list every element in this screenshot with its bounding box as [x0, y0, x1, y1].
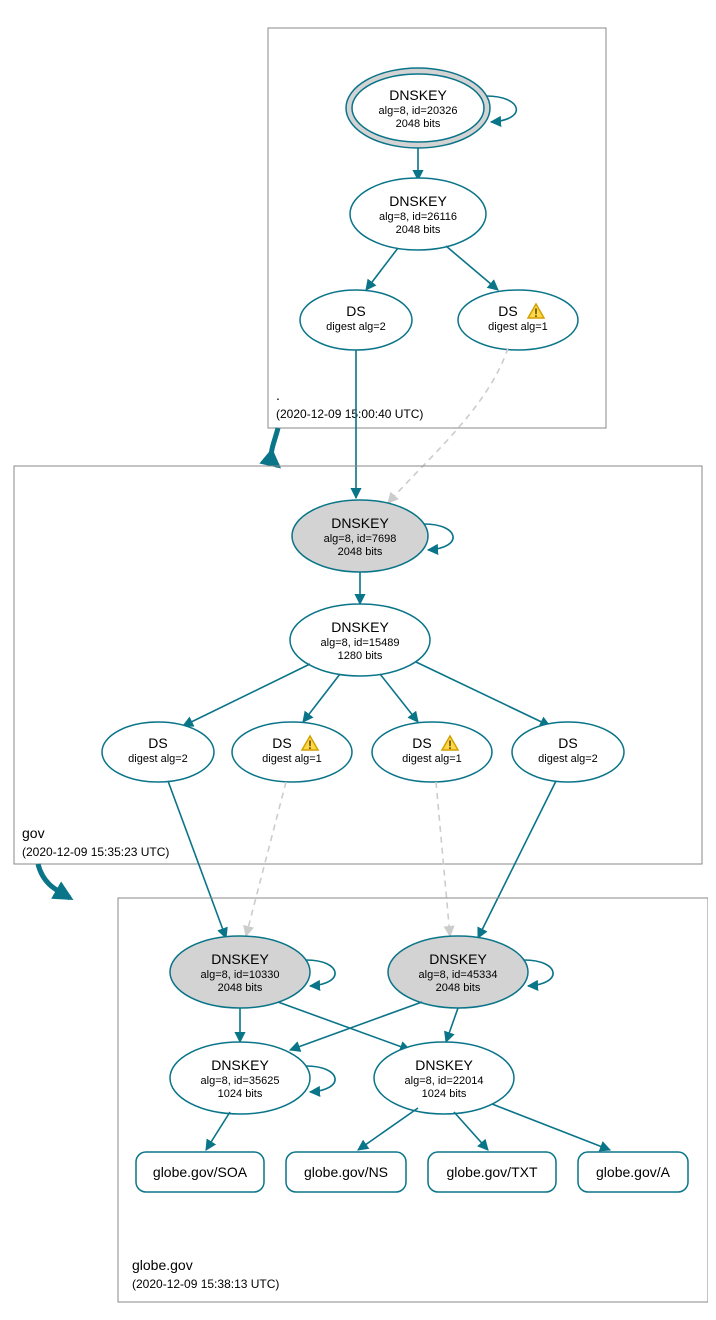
node-globe-ksk1: DNSKEY alg=8, id=10330 2048 bits [170, 936, 310, 1008]
node-sub: digest alg=2 [128, 753, 188, 765]
node-title: DS [498, 303, 517, 319]
node-sub: 2048 bits [436, 982, 481, 994]
node-sub: alg=8, id=22014 [405, 1075, 484, 1087]
node-sub: 2048 bits [218, 982, 263, 994]
node-title: DNSKEY [389, 193, 447, 209]
zone-gov-label: gov [22, 825, 45, 841]
rr-soa: globe.gov/SOA [136, 1152, 264, 1192]
node-sub: 1024 bits [422, 1088, 467, 1100]
node-sub: digest alg=2 [326, 321, 386, 333]
node-title: DNSKEY [389, 87, 447, 103]
node-title: DS [272, 735, 291, 751]
node-sub: alg=8, id=15489 [321, 637, 400, 649]
edge-globe-zsk2-a [492, 1104, 610, 1150]
node-sub: 2048 bits [396, 224, 441, 236]
node-sub: alg=8, id=26116 [379, 211, 457, 223]
node-gov-ds-b2: DS digest alg=2 [512, 722, 624, 782]
node-gov-ds-a2: DS digest alg=2 [102, 722, 214, 782]
edge-globe-ksk2-zsk2 [446, 1008, 458, 1042]
node-gov-zsk: DNSKEY alg=8, id=15489 1280 bits [290, 604, 430, 676]
edge-gov-dsB1-globe-ksk2 [436, 782, 450, 936]
rr-txt: globe.gov/TXT [428, 1152, 556, 1192]
node-sub: digest alg=2 [538, 753, 598, 765]
edge-globe-zsk1-soa [206, 1112, 230, 1150]
svg-text:!: ! [534, 306, 538, 320]
edge-globe-ksk2-zsk1 [290, 1002, 422, 1050]
svg-text:!: ! [308, 738, 312, 752]
node-gov-ds-b1: DS digest alg=1 ! [372, 722, 492, 782]
edge-gov-dsB2-globe-ksk2 [478, 781, 556, 938]
edge-gov-zsk-dsA1 [303, 674, 340, 722]
node-root-ds1: DS digest alg=1 ! [458, 290, 578, 350]
node-sub: 1024 bits [218, 1088, 263, 1100]
node-title: DS [412, 735, 431, 751]
rr-label: globe.gov/A [596, 1164, 671, 1180]
zone-root-label: . [276, 387, 280, 403]
edge-globe-zsk2-txt [454, 1112, 488, 1150]
node-title: DNSKEY [331, 619, 389, 635]
node-sub: digest alg=1 [262, 753, 322, 765]
rr-a: globe.gov/A [578, 1152, 688, 1192]
edge-zone-root-gov [271, 428, 278, 466]
node-gov-ds-a1: DS digest alg=1 ! [232, 722, 352, 782]
node-title: DNSKEY [331, 515, 389, 531]
edge-globe-ksk1-zsk2 [278, 1002, 410, 1050]
edge-root-ds1-gov-ksk [388, 348, 508, 503]
rr-label: globe.gov/SOA [153, 1164, 248, 1180]
node-sub: alg=8, id=20326 [379, 105, 458, 117]
node-title: DS [346, 303, 365, 319]
rr-label: globe.gov/NS [304, 1164, 388, 1180]
edge-root-zsk-ds1 [446, 246, 498, 290]
edge-gov-zsk-dsB2 [416, 662, 550, 726]
edge-gov-dsA2-globe-ksk1 [168, 781, 226, 938]
zone-root-timestamp: (2020-12-09 15:00:40 UTC) [276, 407, 423, 421]
node-title: DS [148, 735, 167, 751]
node-sub: digest alg=1 [488, 321, 548, 333]
node-title: DNSKEY [211, 951, 269, 967]
node-title: DNSKEY [429, 951, 487, 967]
edge-gov-zsk-dsA2 [183, 664, 310, 726]
edge-globe-zsk2-ns [358, 1108, 418, 1150]
node-gov-ksk: DNSKEY alg=8, id=7698 2048 bits [292, 500, 428, 572]
node-sub: alg=8, id=7698 [324, 533, 397, 545]
node-sub: 1280 bits [338, 650, 383, 662]
node-globe-zsk1: DNSKEY alg=8, id=35625 1024 bits [170, 1042, 310, 1114]
node-sub: 2048 bits [396, 118, 441, 130]
node-root-ds2: DS digest alg=2 [300, 290, 412, 350]
node-root-zsk: DNSKEY alg=8, id=26116 2048 bits [350, 178, 486, 250]
node-sub: 2048 bits [338, 546, 383, 558]
node-sub: alg=8, id=10330 [201, 969, 280, 981]
svg-text:!: ! [448, 738, 452, 752]
node-globe-zsk2: DNSKEY alg=8, id=22014 1024 bits [374, 1042, 514, 1114]
node-globe-ksk2: DNSKEY alg=8, id=45334 2048 bits [388, 936, 528, 1008]
node-title: DNSKEY [415, 1057, 473, 1073]
edge-zone-gov-globe [38, 864, 70, 898]
node-sub: alg=8, id=35625 [201, 1075, 280, 1087]
node-title: DS [558, 735, 577, 751]
zone-globe-timestamp: (2020-12-09 15:38:13 UTC) [132, 1277, 279, 1291]
rr-label: globe.gov/TXT [446, 1164, 537, 1180]
node-root-ksk: DNSKEY alg=8, id=20326 2048 bits [346, 68, 490, 148]
zone-globe-label: globe.gov [132, 1257, 193, 1273]
rr-ns: globe.gov/NS [286, 1152, 406, 1192]
edge-root-zsk-ds2 [366, 248, 398, 290]
edge-gov-dsA1-globe-ksk1 [246, 782, 286, 936]
edge-gov-zsk-dsB1 [380, 674, 418, 722]
node-sub: alg=8, id=45334 [419, 969, 498, 981]
zone-gov-timestamp: (2020-12-09 15:35:23 UTC) [22, 845, 169, 859]
node-title: DNSKEY [211, 1057, 269, 1073]
node-sub: digest alg=1 [402, 753, 462, 765]
